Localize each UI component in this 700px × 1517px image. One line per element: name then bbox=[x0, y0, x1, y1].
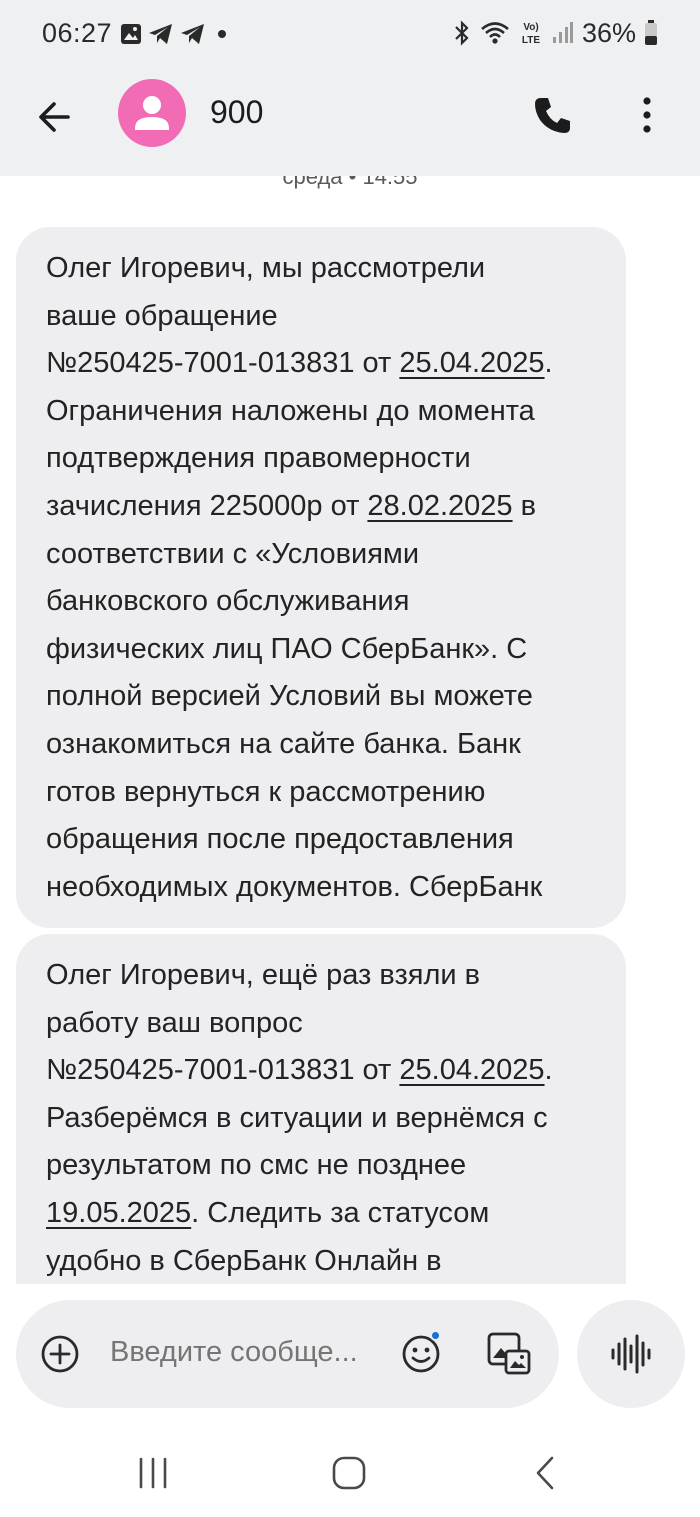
message-text: готов вернуться к рассмотрению bbox=[46, 775, 486, 808]
message-line: Разберёмся в ситуации и вернёмся с bbox=[46, 1095, 596, 1143]
gallery-icon[interactable] bbox=[486, 1331, 532, 1377]
image-icon bbox=[121, 24, 141, 44]
battery-percentage: 36% bbox=[581, 17, 636, 48]
date-link[interactable]: 28.02.2025 bbox=[367, 490, 512, 522]
date-link[interactable]: 25.04.2025 bbox=[399, 347, 544, 379]
messages-screen: 06:27 Vo) LTE 36% 900 среда • 14:55 Олег… bbox=[0, 0, 700, 1517]
app-top-area: 06:27 Vo) LTE 36% 900 bbox=[0, 0, 700, 176]
message-line: удобно в СберБанк Онлайн в bbox=[46, 1238, 596, 1284]
contact-avatar[interactable] bbox=[118, 79, 186, 147]
status-bar: 06:27 Vo) LTE 36% bbox=[0, 0, 700, 70]
message-line: результатом по смс не позднее bbox=[46, 1142, 596, 1190]
voice-message-button[interactable] bbox=[577, 1300, 685, 1408]
message-line: подтверждения правомерности bbox=[46, 435, 596, 483]
message-line: физических лиц ПАО СберБанк». С bbox=[46, 626, 596, 674]
message-text: банковского обслуживания bbox=[46, 585, 410, 618]
telegram-icon bbox=[149, 24, 172, 44]
message-input[interactable] bbox=[110, 1336, 380, 1369]
message-text: ознакомиться на сайте банка. Банк bbox=[46, 727, 521, 760]
back-arrow-icon[interactable] bbox=[30, 92, 80, 142]
message-text: №250425-7001-013831 от bbox=[46, 1054, 400, 1087]
message-line: работу ваш вопрос bbox=[46, 1000, 596, 1048]
message-line: №250425-7001-013831 от 25.04.2025. bbox=[46, 1047, 596, 1095]
message-text: полной версией Условий вы можете bbox=[46, 680, 533, 713]
message-list[interactable]: среда • 14:55 Олег Игоревич, мы рассмотр… bbox=[0, 176, 700, 1284]
recent-apps-icon[interactable] bbox=[131, 1453, 175, 1493]
person-icon bbox=[135, 96, 169, 130]
home-icon[interactable] bbox=[327, 1453, 371, 1493]
more-options-icon[interactable] bbox=[622, 90, 672, 140]
message-text: удобно в СберБанк Онлайн в bbox=[46, 1244, 442, 1277]
signal-icon bbox=[552, 22, 573, 43]
message-text: Олег Игоревич, ещё раз взяли в bbox=[46, 959, 481, 991]
battery-icon bbox=[645, 20, 657, 45]
message-line: готов вернуться к рассмотрению bbox=[46, 769, 596, 817]
message-text: соответствии с «Условиями bbox=[46, 537, 420, 570]
date-link[interactable]: 25.04.2025 bbox=[399, 1054, 544, 1086]
message-composer bbox=[16, 1300, 559, 1408]
volte-lte-icon: Vo) LTE bbox=[522, 22, 540, 46]
message-text: работу ваш вопрос bbox=[46, 1006, 303, 1039]
message-line: Олег Игоревич, мы рассмотрели bbox=[46, 245, 596, 293]
message-line: соответствии с «Условиями bbox=[46, 531, 596, 579]
status-right-group: Vo) LTE 36% bbox=[452, 18, 658, 48]
svg-text:LTE: LTE bbox=[522, 35, 540, 46]
back-nav-icon[interactable] bbox=[524, 1453, 568, 1493]
message-text: . bbox=[544, 1054, 553, 1087]
telegram-icon bbox=[181, 24, 204, 44]
message-text: №250425-7001-013831 от bbox=[46, 347, 400, 380]
contact-name[interactable]: 900 bbox=[210, 94, 263, 131]
message-line: банковского обслуживания bbox=[46, 578, 596, 626]
waveform-icon bbox=[611, 1334, 651, 1374]
message-text: ваше обращение bbox=[46, 299, 278, 332]
message-bubble[interactable]: Олег Игоревич, ещё раз взяли в работу ваш… bbox=[16, 934, 626, 1284]
message-line: Олег Игоревич, ещё раз взяли в bbox=[46, 952, 596, 1000]
new-badge bbox=[430, 1330, 441, 1341]
message-line: обращения после предоставления bbox=[46, 816, 596, 864]
message-text: физических лиц ПАО СберБанк». С bbox=[46, 632, 528, 665]
message-text: зачисления 225000р от bbox=[46, 489, 368, 522]
message-text: в bbox=[512, 489, 537, 522]
message-text: Разберёмся в ситуации и вернёмся с bbox=[46, 1101, 548, 1134]
svg-text:Vo): Vo) bbox=[523, 22, 538, 33]
message-line: необходимых документов. СберБанк bbox=[46, 864, 596, 912]
message-line: зачисления 225000р от 28.02.2025 в bbox=[46, 483, 596, 531]
message-text: необходимых документов. СберБанк bbox=[46, 870, 543, 903]
notification-dot bbox=[218, 30, 226, 38]
message-text: Олег Игоревич, мы рассмотрели bbox=[46, 252, 486, 284]
message-text: обращения после предоставления bbox=[46, 823, 514, 856]
date-separator: среда • 14:55 bbox=[282, 176, 418, 189]
date-link[interactable]: 19.05.2025 bbox=[46, 1197, 191, 1229]
status-time: 06:27 bbox=[42, 18, 113, 48]
message-line: Ограничения наложены до момента bbox=[46, 388, 596, 436]
message-text: подтверждения правомерности bbox=[46, 442, 471, 475]
message-text: Ограничения наложены до момента bbox=[46, 394, 535, 427]
conversation-header: 900 bbox=[0, 70, 700, 176]
message-text: . bbox=[544, 347, 553, 380]
message-line: 19.05.2025. Следить за статусом bbox=[46, 1190, 596, 1238]
phone-icon[interactable] bbox=[528, 90, 578, 140]
message-line: полной версией Условий вы можете bbox=[46, 673, 596, 721]
navigation-bar bbox=[0, 1425, 700, 1517]
add-attachment-icon[interactable] bbox=[40, 1334, 80, 1374]
message-line: ознакомиться на сайте банка. Банк bbox=[46, 721, 596, 769]
message-text: результатом по смс не позднее bbox=[46, 1149, 467, 1182]
message-bubble[interactable]: Олег Игоревич, мы рассмотрели ваше обраще… bbox=[16, 227, 626, 928]
bluetooth-icon bbox=[455, 20, 469, 46]
message-text: . Следить за статусом bbox=[191, 1196, 490, 1229]
message-line: №250425-7001-013831 от 25.04.2025. bbox=[46, 340, 596, 388]
message-line: ваше обращение bbox=[46, 293, 596, 341]
wifi-icon bbox=[481, 22, 509, 44]
